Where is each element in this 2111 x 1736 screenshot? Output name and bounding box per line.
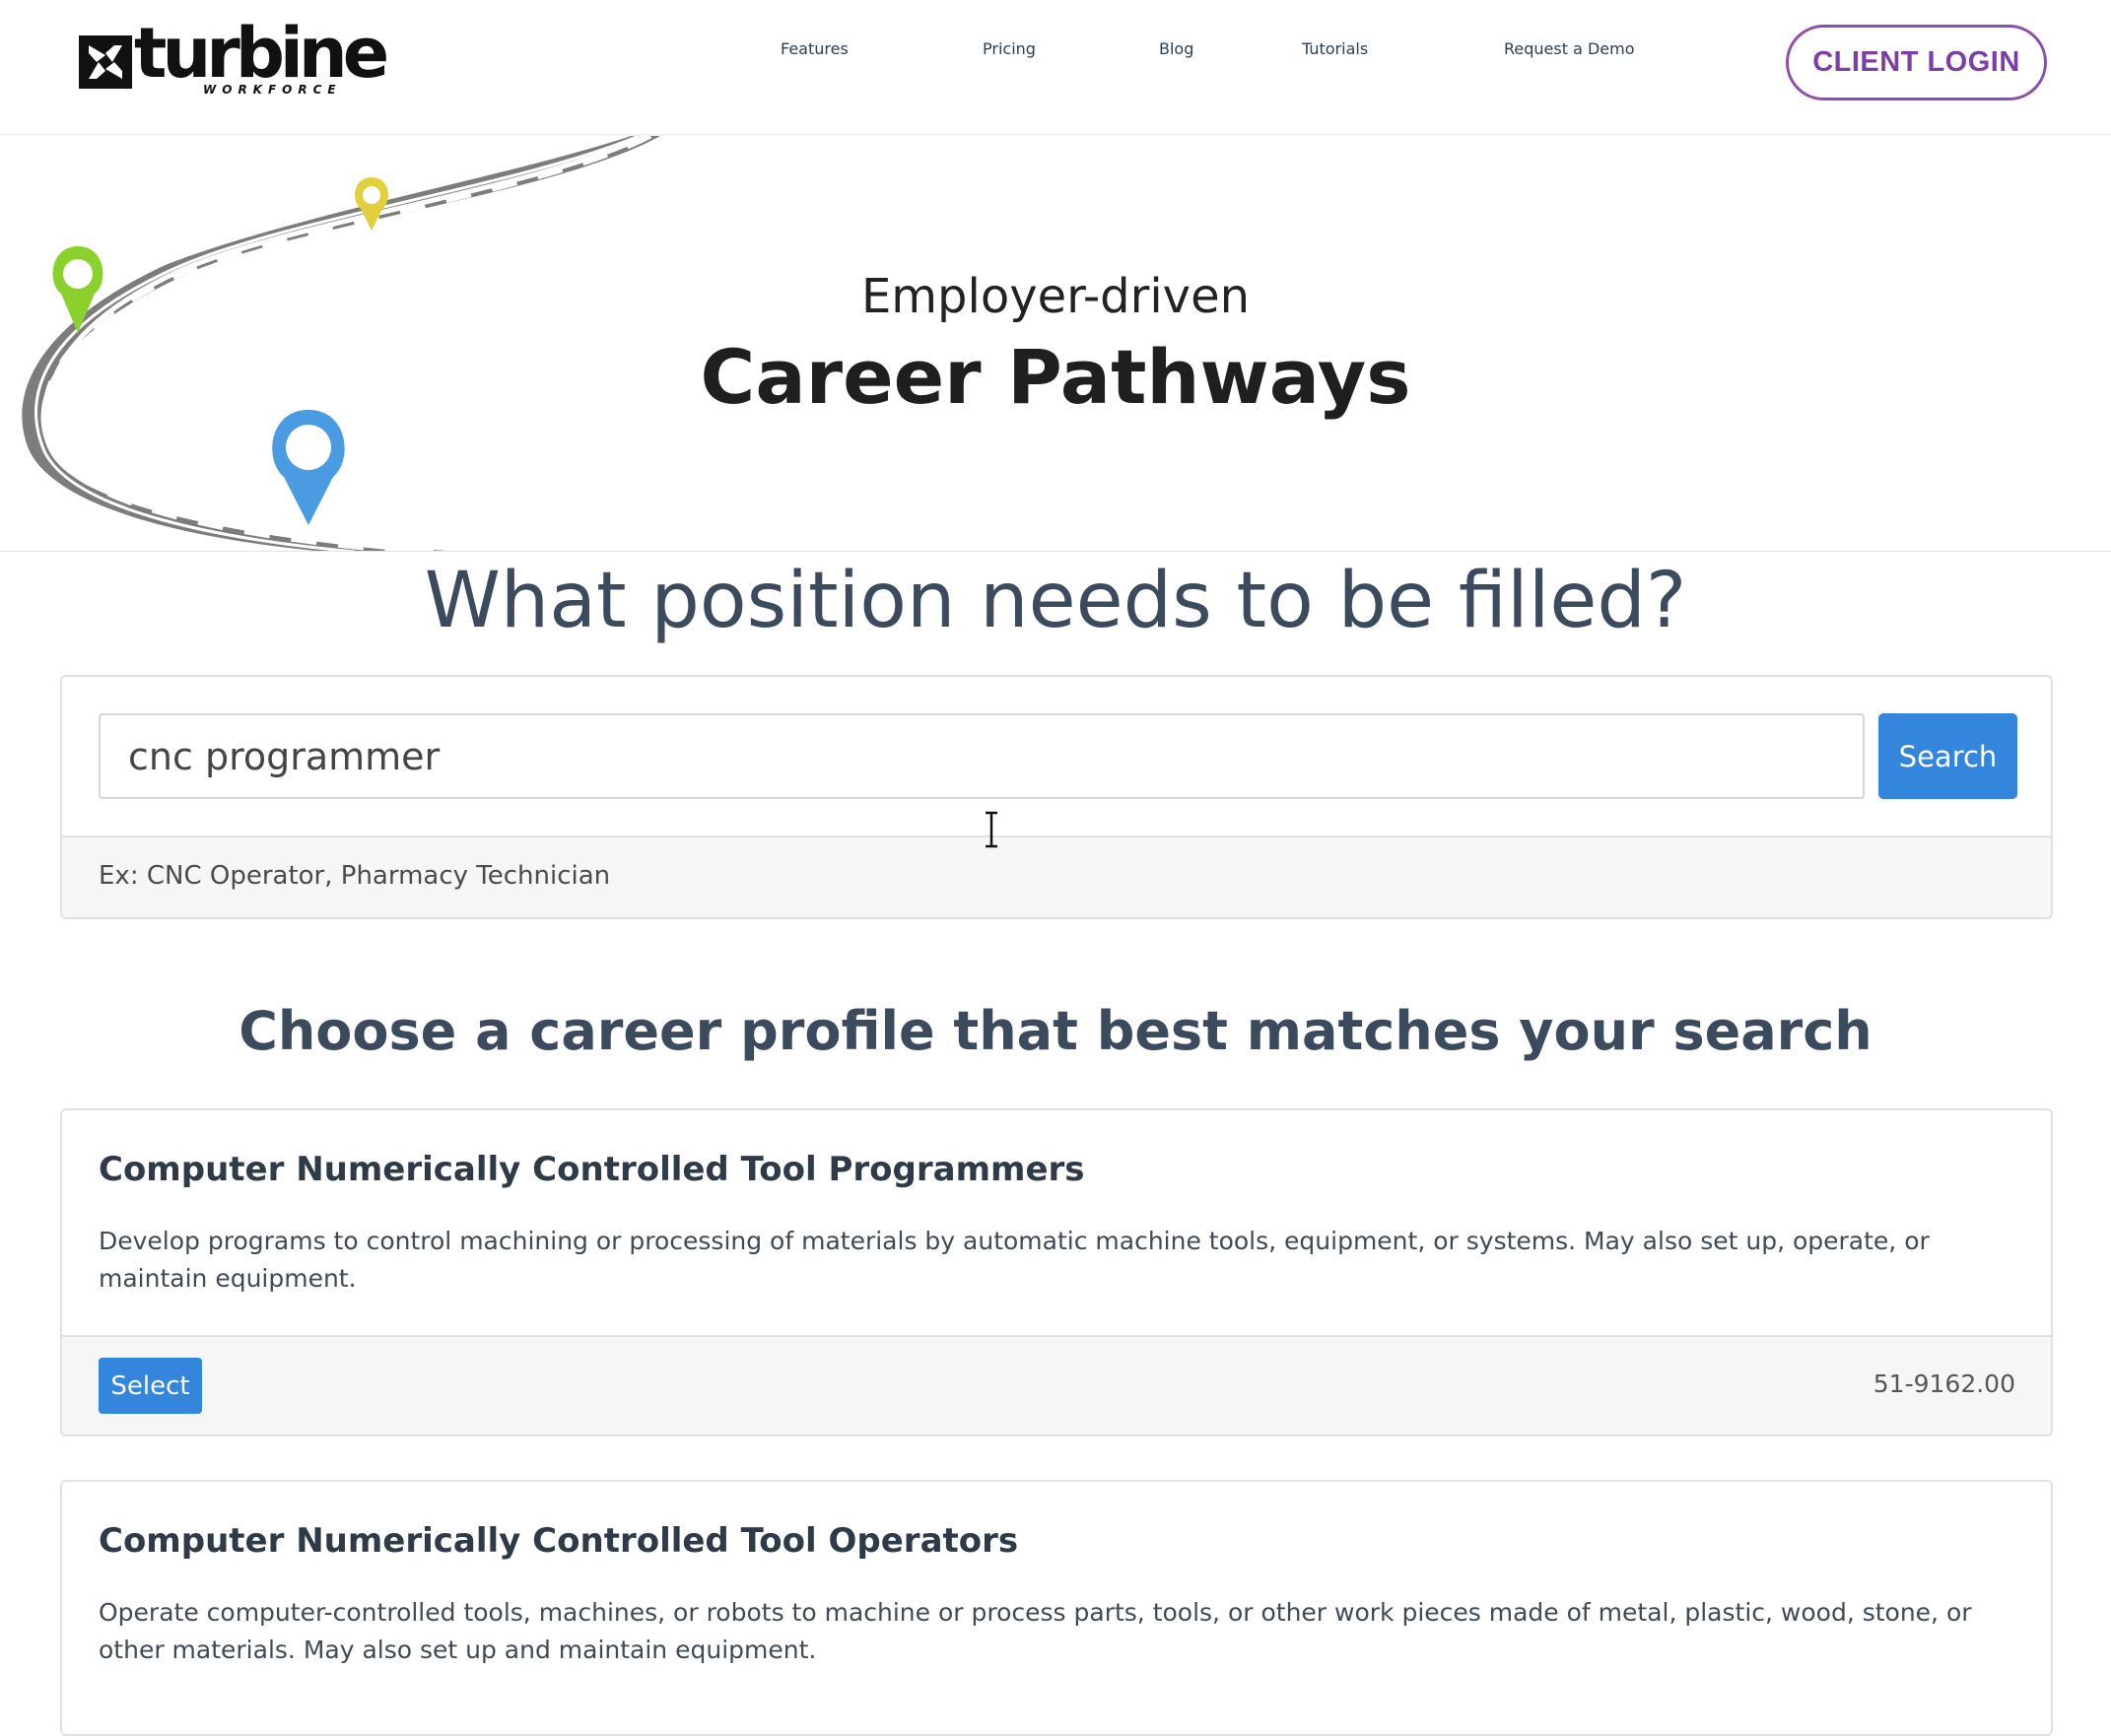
career-profile-description: Develop programs to control machining or… — [99, 1227, 1930, 1293]
career-profile-card: Computer Numerically Controlled Tool Pro… — [60, 1108, 2053, 1436]
text-cursor-icon — [986, 811, 997, 848]
hero-subtitle: Employer-driven — [860, 269, 1251, 324]
select-button[interactable]: Select — [99, 1358, 202, 1414]
nav-blog[interactable]: Blog — [1159, 39, 1193, 58]
career-profile-card: Computer Numerically Controlled Tool Ope… — [60, 1480, 2053, 1736]
nav-pricing[interactable]: Pricing — [983, 39, 1036, 58]
career-profile-footer: Select 51-9162.00 — [62, 1335, 2051, 1435]
career-profile-title: Computer Numerically Controlled Tool Ope… — [99, 1521, 1019, 1561]
client-login-button[interactable]: CLIENT LOGIN — [1786, 25, 2047, 100]
turbine-logo[interactable]: turbine WORKFORCE — [77, 13, 389, 100]
search-hint-bar: Ex: CNC Operator, Pharmacy Technician — [62, 835, 2051, 917]
search-hint-text: Ex: CNC Operator, Pharmacy Technician — [99, 861, 611, 891]
site-header: turbine WORKFORCE Features Pricing Blog … — [0, 0, 2111, 135]
nav-tutorials[interactable]: Tutorials — [1302, 39, 1368, 58]
position-question-heading: What position needs to be filled? — [424, 557, 1687, 645]
search-button[interactable]: Search — [1878, 713, 2017, 799]
occupation-code: 51-9162.00 — [1873, 1369, 2015, 1398]
nav-request-demo[interactable]: Request a Demo — [1504, 39, 1635, 58]
results-heading: Choose a career profile that best matche… — [238, 1000, 1873, 1062]
career-profile-description: Operate computer-controlled tools, machi… — [99, 1598, 1972, 1664]
position-search-input[interactable] — [99, 713, 1865, 799]
nav-features[interactable]: Features — [781, 39, 849, 58]
hero-banner: Employer-driven Career Pathways — [0, 136, 2111, 552]
location-pin-icon — [272, 410, 345, 525]
hero-title: Career Pathways — [700, 333, 1411, 421]
search-card: Search Ex: CNC Operator, Pharmacy Techni… — [60, 675, 2053, 919]
career-profile-title: Computer Numerically Controlled Tool Pro… — [99, 1150, 1085, 1189]
logo-subtitle: WORKFORCE — [203, 83, 342, 97]
turbine-logo-icon — [79, 35, 132, 89]
